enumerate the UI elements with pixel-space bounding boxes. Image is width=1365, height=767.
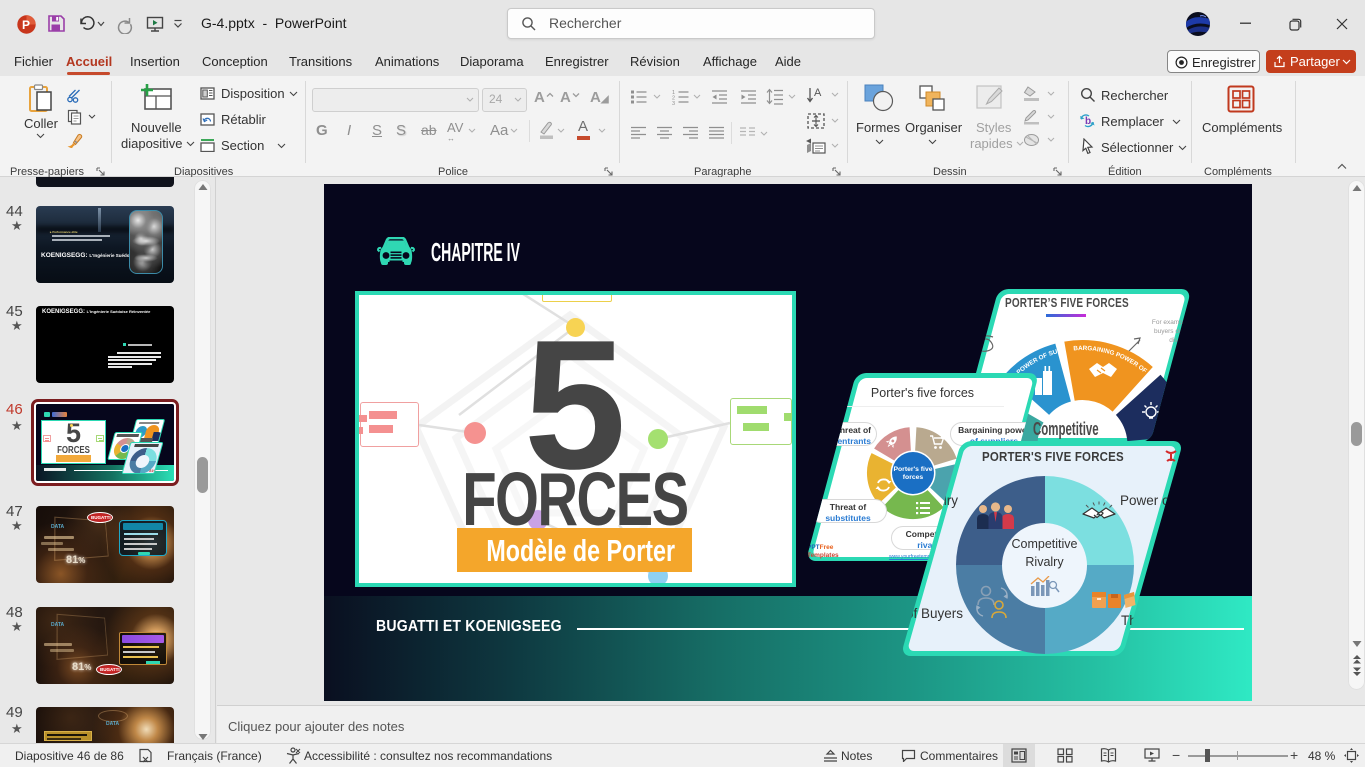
svg-text:b: b [1085, 116, 1091, 127]
svg-text:Porter's five: Porter's five [893, 466, 932, 473]
svg-text:forces: forces [903, 474, 924, 481]
svg-text:P: P [22, 18, 30, 32]
svg-text:3: 3 [672, 101, 675, 105]
svg-text:A: A [814, 87, 822, 99]
